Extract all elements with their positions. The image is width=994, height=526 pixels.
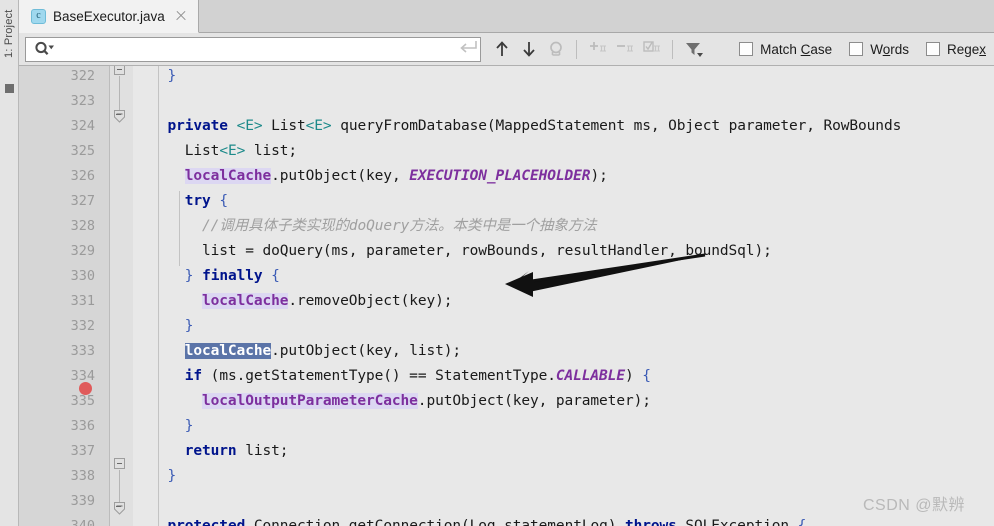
code-line[interactable]: return list; bbox=[133, 439, 994, 464]
csdn-watermark: CSDN @默辨 bbox=[863, 497, 966, 514]
code-line-text: localCache.removeObject(key); bbox=[202, 293, 453, 309]
minus-lines-icon[interactable] bbox=[611, 36, 638, 63]
line-number: 327 bbox=[70, 193, 95, 209]
enter-arrow-icon bbox=[456, 39, 480, 60]
line-number: 331 bbox=[70, 293, 95, 309]
words-checkbox[interactable]: Words bbox=[849, 42, 909, 57]
line-number: 328 bbox=[70, 218, 95, 234]
regex-checkbox[interactable]: Regex bbox=[925, 41, 986, 57]
match-case-box[interactable] bbox=[739, 42, 754, 56]
words-label: Words bbox=[870, 41, 909, 57]
project-tool-window-button[interactable]: 1: Project bbox=[3, 2, 19, 58]
code-line-text: localCache.putObject(key, EXECUTION_PLAC… bbox=[184, 168, 608, 184]
match-case-label: Match Case bbox=[760, 41, 833, 57]
fold-marker-322[interactable] bbox=[114, 66, 125, 75]
java-class-icon: c bbox=[31, 8, 46, 24]
editor-tab-bar: c BaseExecutor.java bbox=[19, 0, 994, 33]
line-number: 339 bbox=[70, 493, 95, 509]
find-previous-button[interactable] bbox=[488, 36, 515, 63]
code-line[interactable]: localCache.removeObject(key); bbox=[133, 289, 994, 314]
editor-tab-baseexecutor[interactable]: c BaseExecutor.java bbox=[19, 0, 199, 33]
line-number: 336 bbox=[70, 418, 95, 434]
code-line-text: return list; bbox=[184, 443, 289, 459]
code-line-text: protected Connection getConnection(Log s… bbox=[167, 518, 807, 526]
code-line[interactable]: } bbox=[133, 66, 994, 89]
breakpoint-marker[interactable] bbox=[79, 382, 92, 395]
close-icon[interactable] bbox=[174, 9, 188, 23]
plus-lines-icon[interactable] bbox=[584, 36, 611, 63]
line-number: 338 bbox=[70, 468, 95, 484]
filter-icon[interactable] bbox=[680, 36, 707, 63]
code-line[interactable]: try { bbox=[133, 189, 994, 214]
code-line-text: list = doQuery(ms, parameter, rowBounds,… bbox=[202, 243, 772, 259]
code-line-text: localCache.putObject(key, list); bbox=[184, 343, 461, 359]
fold-marker-338[interactable] bbox=[114, 458, 125, 469]
code-line-text: try { bbox=[184, 193, 228, 209]
tab-label: BaseExecutor.java bbox=[53, 8, 165, 24]
line-number: 326 bbox=[70, 168, 95, 184]
code-line[interactable]: localCache.putObject(key, list); bbox=[133, 339, 994, 364]
search-input[interactable] bbox=[56, 38, 456, 60]
code-line-text: private <E> List<E> queryFromDatabase(Ma… bbox=[167, 118, 902, 134]
fold-marker-340[interactable] bbox=[114, 502, 125, 515]
toolbar-separator-2 bbox=[672, 39, 673, 59]
code-line-text: localOutputParameterCache.putObject(key,… bbox=[202, 393, 651, 409]
code-editor[interactable]: 322 323 324 325 326 327 328 329 330 331 332 333 334 3… bbox=[19, 66, 994, 526]
find-next-button[interactable] bbox=[515, 36, 542, 63]
line-number: 323 bbox=[70, 93, 95, 109]
code-line-text: List<E> list; bbox=[184, 143, 298, 159]
structure-tool-icon[interactable] bbox=[5, 84, 14, 93]
line-number: 329 bbox=[70, 243, 95, 259]
code-line-text: } bbox=[184, 418, 194, 434]
line-number: 330 bbox=[70, 268, 95, 284]
line-number: 337 bbox=[70, 443, 95, 459]
code-line[interactable]: } bbox=[133, 314, 994, 339]
code-folding-rail[interactable] bbox=[110, 66, 133, 526]
fold-marker-324[interactable] bbox=[114, 110, 125, 123]
code-line-text: } bbox=[167, 68, 177, 84]
code-line[interactable]: protected Connection getConnection(Log s… bbox=[133, 514, 994, 526]
code-line[interactable]: List<E> list; bbox=[133, 139, 994, 164]
regex-box[interactable] bbox=[925, 42, 940, 56]
search-icon[interactable] bbox=[34, 40, 56, 58]
select-all-occurrences-icon[interactable] bbox=[542, 36, 569, 63]
code-line[interactable] bbox=[133, 89, 994, 114]
code-line[interactable]: localOutputParameterCache.putObject(key,… bbox=[133, 389, 994, 414]
ide-window: 1: Project c BaseExecutor.java Match Cas… bbox=[0, 0, 994, 526]
code-line[interactable]: localCache.putObject(key, EXECUTION_PLAC… bbox=[133, 164, 994, 189]
match-case-checkbox[interactable]: Match Case bbox=[739, 42, 832, 57]
code-line[interactable]: } finally { bbox=[133, 264, 994, 289]
line-number: 325 bbox=[70, 143, 95, 159]
line-number: 324 bbox=[70, 118, 95, 134]
toolbar-separator bbox=[576, 39, 577, 59]
regex-label: Regex bbox=[946, 41, 986, 57]
line-number-gutter[interactable]: 322 323 324 325 326 327 328 329 330 331 332 333 334 3… bbox=[19, 66, 110, 526]
line-number: 332 bbox=[70, 318, 95, 334]
code-text-area[interactable]: } private <E> List<E> queryFromDatabase(… bbox=[133, 66, 994, 526]
find-options: Match Case Words Regex bbox=[739, 42, 986, 57]
line-number: 340 bbox=[70, 518, 95, 526]
words-box[interactable] bbox=[849, 42, 864, 56]
search-field-wrapper[interactable] bbox=[25, 36, 481, 62]
code-line-text: //调用具体子类实现的doQuery方法。本类中是一个抽象方法 bbox=[202, 218, 597, 234]
code-line-text: if (ms.getStatementType() == StatementTy… bbox=[184, 368, 651, 384]
line-number: 322 bbox=[70, 68, 95, 84]
code-line-text: } finally { bbox=[184, 268, 280, 284]
code-line[interactable]: private <E> List<E> queryFromDatabase(Ma… bbox=[133, 114, 994, 139]
code-line[interactable]: list = doQuery(ms, parameter, rowBounds,… bbox=[133, 239, 994, 264]
code-line[interactable]: if (ms.getStatementType() == StatementTy… bbox=[133, 364, 994, 389]
code-line-text: } bbox=[167, 468, 177, 484]
left-tool-strip: 1: Project bbox=[0, 0, 19, 526]
code-line[interactable]: } bbox=[133, 414, 994, 439]
check-lines-icon[interactable] bbox=[638, 36, 665, 63]
code-line-text: } bbox=[184, 318, 194, 334]
code-line[interactable]: //调用具体子类实现的doQuery方法。本类中是一个抽象方法 bbox=[133, 214, 994, 239]
line-number: 333 bbox=[70, 343, 95, 359]
code-line[interactable]: } bbox=[133, 464, 994, 489]
find-toolbar: Match Case Words Regex bbox=[19, 33, 994, 66]
